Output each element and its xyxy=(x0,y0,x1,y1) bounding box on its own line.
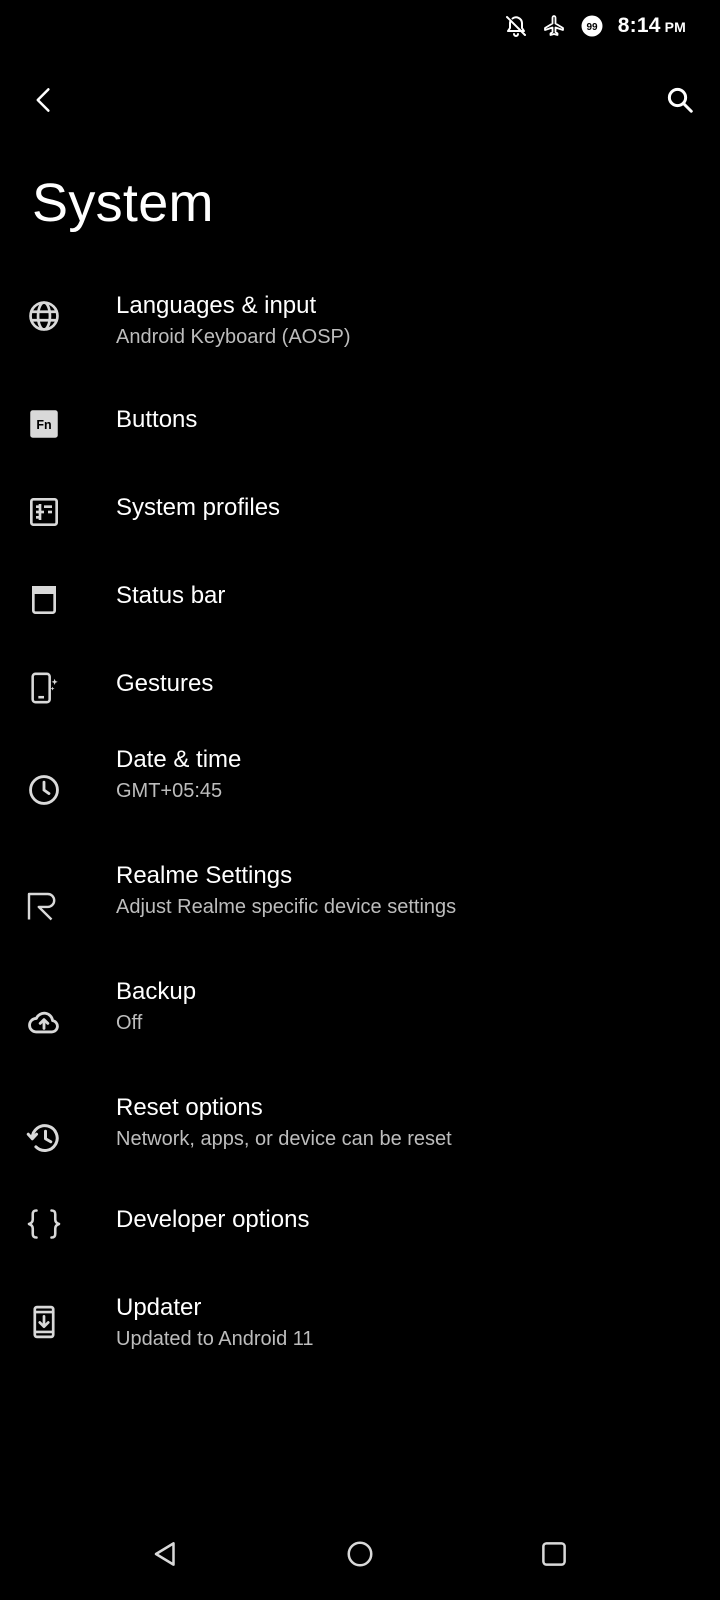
settings-item-summary: Off xyxy=(116,1012,143,1034)
braces-icon xyxy=(26,1206,62,1242)
settings-item-text: Date & time GMT+05:45 xyxy=(116,744,241,806)
search-icon xyxy=(667,87,693,113)
settings-item-title: Buttons xyxy=(116,406,198,433)
settings-item-languages[interactable]: Languages & input Android Keyboard (AOSP… xyxy=(0,282,720,372)
svg-text:99: 99 xyxy=(586,22,598,33)
settings-item-summary: Android Keyboard (AOSP) xyxy=(116,326,351,348)
nav-back-button[interactable] xyxy=(136,1524,196,1584)
settings-item-text: Status bar xyxy=(116,580,225,612)
history-icon xyxy=(26,1120,62,1156)
settings-item-title: Languages & input xyxy=(116,292,317,319)
settings-item-title: Reset options xyxy=(116,1094,263,1121)
settings-item-developer-options[interactable]: Developer options xyxy=(0,1204,720,1294)
settings-item-text: Updater Updated to Android 11 xyxy=(116,1292,314,1354)
navigation-bar xyxy=(0,1510,720,1600)
settings-item-summary: Updated to Android 11 xyxy=(116,1328,314,1350)
settings-item-backup[interactable]: Backup Off xyxy=(0,976,720,1076)
clock-ampm: PM xyxy=(664,19,686,35)
settings-item-title: Realme Settings xyxy=(116,862,293,889)
nav-back-icon xyxy=(154,1542,175,1566)
back-button[interactable] xyxy=(20,76,68,124)
settings-item-text: System profiles xyxy=(116,492,280,524)
settings-item-title: Gestures xyxy=(116,670,214,697)
toolbar xyxy=(0,64,720,136)
settings-item-status-bar[interactable]: Status bar xyxy=(0,556,720,644)
settings-item-system-profiles[interactable]: System profiles xyxy=(0,468,720,556)
settings-item-text: Developer options xyxy=(116,1204,309,1236)
settings-item-title: System profiles xyxy=(116,494,281,521)
settings-item-summary: Adjust Realme specific device settings xyxy=(116,896,457,918)
clock-time: 8:14 xyxy=(617,14,661,37)
search-button[interactable] xyxy=(656,76,704,124)
settings-item-summary: GMT+05:45 xyxy=(116,780,223,802)
notification-count-icon: 99 xyxy=(580,14,604,38)
cloud-upload-icon xyxy=(26,1004,62,1040)
status-bar: 99 8:14 PM xyxy=(0,0,720,52)
settings-item-text: Gestures xyxy=(116,668,213,700)
globe-icon xyxy=(26,298,62,334)
settings-item-summary: Network, apps, or device can be reset xyxy=(116,1128,452,1150)
settings-item-gestures[interactable]: Gestures xyxy=(0,644,720,732)
settings-item-title: Date & time xyxy=(116,746,242,773)
profiles-icon xyxy=(26,494,62,530)
nav-home-button[interactable] xyxy=(330,1524,390,1584)
settings-item-buttons[interactable]: Fn Buttons xyxy=(0,380,720,468)
settings-item-updater[interactable]: Updater Updated to Android 11 xyxy=(0,1292,720,1392)
settings-item-title: Updater xyxy=(116,1294,202,1321)
clock-icon xyxy=(26,772,62,808)
settings-item-text: Backup Off xyxy=(116,976,196,1038)
svg-text:Fn: Fn xyxy=(36,418,51,432)
settings-item-text: Buttons xyxy=(116,404,197,436)
settings-item-title: Status bar xyxy=(116,582,226,609)
status-bar-icon xyxy=(26,582,62,618)
status-icons: 99 8:14 PM xyxy=(504,10,686,42)
gestures-icon xyxy=(26,670,62,706)
realme-logo-icon xyxy=(26,888,62,924)
fn-key-icon: Fn xyxy=(26,406,62,442)
nav-recents-button[interactable] xyxy=(524,1524,584,1584)
settings-item-reset-options[interactable]: Reset options Network, apps, or device c… xyxy=(0,1092,720,1192)
back-arrow-icon xyxy=(36,88,50,112)
settings-item-title: Backup xyxy=(116,978,197,1005)
settings-item-text: Languages & input Android Keyboard (AOSP… xyxy=(116,290,351,352)
settings-item-realme-settings[interactable]: Realme Settings Adjust Realme specific d… xyxy=(0,860,720,960)
nav-recents-icon xyxy=(542,1542,566,1566)
system-update-icon xyxy=(26,1304,62,1340)
notifications-off-icon xyxy=(504,14,528,38)
settings-item-text: Reset options Network, apps, or device c… xyxy=(116,1092,452,1154)
settings-item-date-time[interactable]: Date & time GMT+05:45 xyxy=(0,744,720,844)
settings-item-title: Developer options xyxy=(116,1206,310,1233)
airplane-mode-icon xyxy=(542,14,566,38)
nav-home-icon xyxy=(347,1541,373,1567)
settings-item-text: Realme Settings Adjust Realme specific d… xyxy=(116,860,456,922)
status-clock: 8:14 PM xyxy=(618,14,686,38)
page-title: System xyxy=(32,173,214,233)
